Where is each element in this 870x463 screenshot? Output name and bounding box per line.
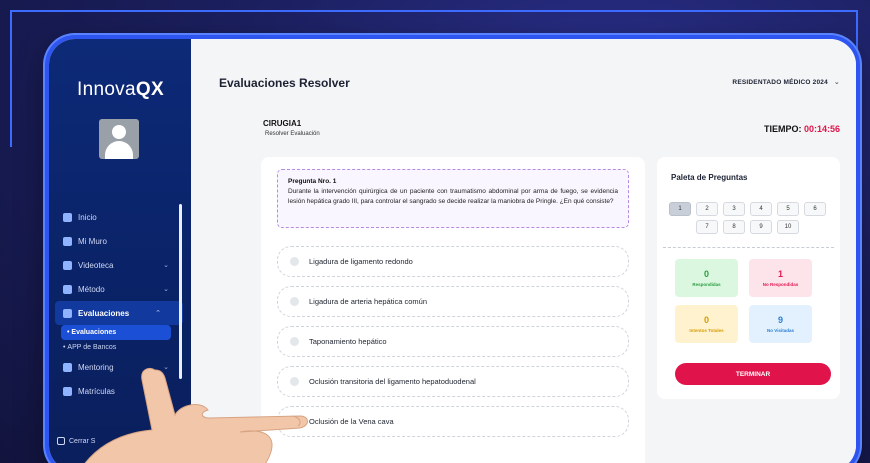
chevron-down-icon: ⌄ (163, 262, 169, 269)
sidebar-subitem-evaluaciones[interactable]: • Evaluaciones (61, 325, 171, 340)
finish-button[interactable]: TERMINAR (675, 363, 831, 385)
sidebar-item-evaluaciones[interactable]: Evaluaciones ⌃ (55, 301, 183, 325)
answer-option[interactable]: Taponamiento hepático (277, 326, 629, 357)
palette-button-3[interactable]: 3 (723, 202, 745, 216)
answer-option[interactable]: Oclusión transitoria del ligamento hepat… (277, 366, 629, 397)
chevron-up-icon: ⌃ (155, 310, 161, 317)
question-text: Durante la intervención quirúrgica de un… (288, 188, 618, 205)
question-box: Pregunta Nro. 1 Durante la intervención … (277, 169, 629, 228)
palette-button-9[interactable]: 9 (750, 220, 772, 234)
answer-option[interactable]: Ligadura de ligamento redondo (277, 246, 629, 277)
pointing-hand-image (84, 367, 308, 463)
avatar[interactable] (99, 119, 139, 159)
palette-button-8[interactable]: 8 (723, 220, 745, 234)
app-logo: InnovaQX (77, 79, 164, 100)
question-number: Pregunta Nro. 1 (288, 178, 337, 185)
palette-title: Paleta de Preguntas (671, 173, 748, 182)
course-name: CIRUGIA1 (263, 119, 302, 128)
sidebar-subitem-app-bancos[interactable]: • APP de Bancos (49, 340, 191, 355)
exam-icon (63, 308, 72, 318)
palette-button-4[interactable]: 4 (750, 202, 772, 216)
radio-button[interactable] (290, 337, 299, 346)
page-title: Evaluaciones Resolver (219, 76, 350, 90)
palette-button-1[interactable]: 1 (669, 202, 691, 216)
sidebar-item-videoteca[interactable]: Videoteca ⌄ (49, 253, 191, 277)
stat-not-visited: 9 No Visitadas (749, 305, 812, 343)
stat-attempts: 0 Intentos Totales (675, 305, 738, 343)
exam-timer: TIEMPO: 00:14:56 (763, 124, 840, 134)
sidebar-item-inicio[interactable]: Inicio (49, 205, 191, 229)
radio-button[interactable] (290, 257, 299, 266)
sidebar-item-mi-muro[interactable]: Mi Muro (49, 229, 191, 253)
video-icon (63, 260, 72, 270)
stat-responded: 0 Respondidas (675, 259, 738, 297)
palette-button-5[interactable]: 5 (777, 202, 799, 216)
palette-button-6[interactable]: 6 (804, 202, 826, 216)
course-subtitle: Resolver Evaluación (265, 131, 320, 137)
chevron-down-icon: ⌄ (163, 286, 169, 293)
palette-divider (663, 247, 834, 248)
palette-button-10[interactable]: 10 (777, 220, 799, 234)
question-palette: Paleta de Preguntas 1 2 3 4 5 6 7 8 9 10… (657, 157, 840, 399)
chevron-down-icon: ⌄ (833, 79, 840, 86)
answer-option[interactable]: Oclusión de la Vena cava (277, 406, 629, 437)
grid-icon (63, 236, 72, 246)
answer-option[interactable]: Ligadura de arteria hepática común (277, 286, 629, 317)
radio-button[interactable] (290, 297, 299, 306)
palette-button-2[interactable]: 2 (696, 202, 718, 216)
sidebar-scrollbar[interactable] (179, 204, 182, 379)
role-selector[interactable]: RESIDENTADO MÉDICO 2024 ⌄ (732, 78, 840, 86)
stat-not-responded: 1 No Respondidas (749, 259, 812, 297)
palette-button-7[interactable]: 7 (696, 220, 718, 234)
method-icon (63, 284, 72, 294)
home-icon (63, 212, 72, 222)
sidebar-item-metodo[interactable]: Método ⌄ (49, 277, 191, 301)
